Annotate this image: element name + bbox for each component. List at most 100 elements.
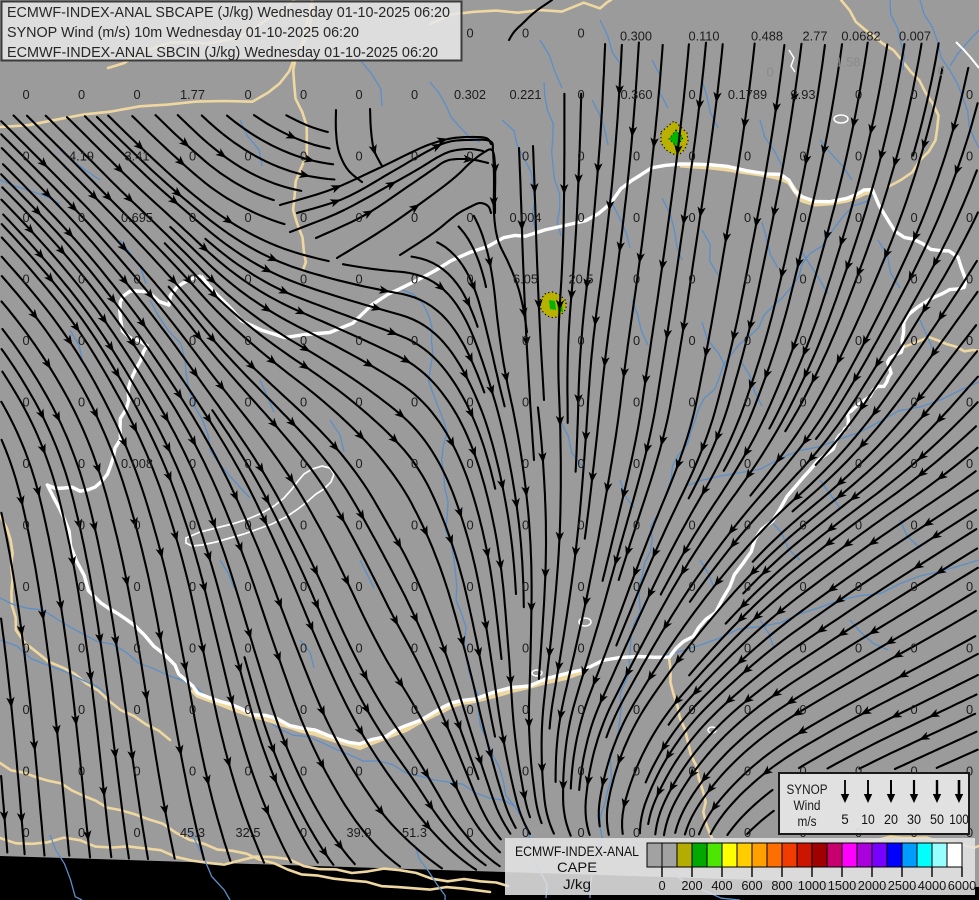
svg-text:0: 0 xyxy=(688,825,695,840)
svg-text:0: 0 xyxy=(633,764,640,779)
svg-text:0: 0 xyxy=(522,702,529,717)
svg-text:0: 0 xyxy=(189,333,196,348)
svg-text:0: 0 xyxy=(910,333,917,348)
svg-text:0: 0 xyxy=(244,87,251,102)
svg-text:0: 0 xyxy=(411,764,418,779)
svg-text:0: 0 xyxy=(411,456,418,471)
svg-text:0: 0 xyxy=(411,518,418,533)
svg-text:6.05: 6.05 xyxy=(513,272,538,287)
svg-text:30: 30 xyxy=(907,812,921,827)
svg-text:0: 0 xyxy=(411,579,418,594)
svg-text:0: 0 xyxy=(688,87,695,102)
svg-text:0: 0 xyxy=(799,702,806,717)
svg-text:0: 0 xyxy=(577,456,584,471)
svg-text:0: 0 xyxy=(799,641,806,656)
svg-text:0: 0 xyxy=(966,149,973,164)
svg-text:0: 0 xyxy=(744,825,751,840)
svg-text:0: 0 xyxy=(300,702,307,717)
svg-text:0: 0 xyxy=(466,518,473,533)
svg-text:1000: 1000 xyxy=(798,878,826,893)
svg-text:0: 0 xyxy=(411,641,418,656)
svg-text:0: 0 xyxy=(633,825,640,840)
svg-text:0: 0 xyxy=(855,518,862,533)
svg-text:0: 0 xyxy=(688,149,695,164)
svg-text:2000: 2000 xyxy=(858,878,886,893)
svg-text:0: 0 xyxy=(22,702,29,717)
svg-text:ECMWF-INDEX-ANAL SBCAPE (J/kg): ECMWF-INDEX-ANAL SBCAPE (J/kg) Wednesday… xyxy=(7,4,450,21)
svg-text:51.3: 51.3 xyxy=(402,825,427,840)
svg-text:0.007: 0.007 xyxy=(899,29,931,44)
svg-text:0: 0 xyxy=(244,149,251,164)
svg-text:0: 0 xyxy=(744,764,751,779)
svg-text:0: 0 xyxy=(133,641,140,656)
svg-text:0: 0 xyxy=(633,272,640,287)
svg-text:0.300: 0.300 xyxy=(620,29,652,44)
svg-text:0.360: 0.360 xyxy=(620,87,652,102)
svg-text:0: 0 xyxy=(799,272,806,287)
svg-text:0: 0 xyxy=(688,579,695,594)
svg-text:0: 0 xyxy=(744,149,751,164)
svg-text:0: 0 xyxy=(355,87,362,102)
svg-text:0: 0 xyxy=(78,456,85,471)
svg-text:0: 0 xyxy=(466,26,473,41)
svg-text:0: 0 xyxy=(766,65,773,80)
svg-text:SYNOP Wind (m/s) 10m Wednesday: SYNOP Wind (m/s) 10m Wednesday 01-10-202… xyxy=(7,24,359,41)
svg-text:0: 0 xyxy=(300,149,307,164)
svg-text:0: 0 xyxy=(133,272,140,287)
svg-text:0: 0 xyxy=(633,395,640,410)
svg-text:0: 0 xyxy=(910,87,917,102)
svg-text:0: 0 xyxy=(633,210,640,225)
svg-text:0: 0 xyxy=(133,579,140,594)
svg-text:0: 0 xyxy=(633,149,640,164)
svg-text:0: 0 xyxy=(855,272,862,287)
svg-text:0: 0 xyxy=(855,702,862,717)
svg-text:0: 0 xyxy=(189,702,196,717)
svg-text:0: 0 xyxy=(799,579,806,594)
svg-text:0: 0 xyxy=(910,702,917,717)
svg-text:0: 0 xyxy=(855,395,862,410)
svg-text:0: 0 xyxy=(133,518,140,533)
svg-text:0: 0 xyxy=(910,518,917,533)
svg-text:0: 0 xyxy=(22,518,29,533)
svg-text:0: 0 xyxy=(78,210,85,225)
svg-text:0: 0 xyxy=(799,395,806,410)
svg-text:3.41: 3.41 xyxy=(125,149,150,164)
svg-text:50: 50 xyxy=(930,812,944,827)
svg-text:0: 0 xyxy=(522,333,529,348)
svg-text:0: 0 xyxy=(133,87,140,102)
svg-text:0: 0 xyxy=(189,518,196,533)
svg-text:0: 0 xyxy=(355,702,362,717)
svg-text:0: 0 xyxy=(744,641,751,656)
svg-text:CAPE: CAPE xyxy=(557,859,597,875)
svg-text:0: 0 xyxy=(799,333,806,348)
svg-text:2500: 2500 xyxy=(888,878,916,893)
svg-text:0: 0 xyxy=(633,641,640,656)
svg-text:0: 0 xyxy=(855,87,862,102)
svg-text:0: 0 xyxy=(78,518,85,533)
svg-text:200: 200 xyxy=(681,878,702,893)
svg-text:0: 0 xyxy=(189,764,196,779)
svg-text:0: 0 xyxy=(411,702,418,717)
svg-text:0: 0 xyxy=(910,210,917,225)
svg-text:0: 0 xyxy=(633,579,640,594)
svg-text:0.695: 0.695 xyxy=(121,210,153,225)
svg-text:0: 0 xyxy=(300,764,307,779)
svg-text:0: 0 xyxy=(244,333,251,348)
svg-text:0: 0 xyxy=(966,456,973,471)
svg-text:0: 0 xyxy=(189,395,196,410)
svg-text:0: 0 xyxy=(355,210,362,225)
svg-text:0: 0 xyxy=(355,395,362,410)
svg-text:0: 0 xyxy=(300,87,307,102)
svg-text:0: 0 xyxy=(300,518,307,533)
svg-text:J/kg: J/kg xyxy=(563,876,591,892)
svg-text:0: 0 xyxy=(522,395,529,410)
svg-text:0: 0 xyxy=(910,456,917,471)
svg-text:0.302: 0.302 xyxy=(454,87,486,102)
svg-text:400: 400 xyxy=(711,878,732,893)
svg-text:0: 0 xyxy=(688,518,695,533)
svg-text:600: 600 xyxy=(741,878,762,893)
svg-text:0: 0 xyxy=(300,641,307,656)
svg-text:0: 0 xyxy=(355,149,362,164)
svg-text:0: 0 xyxy=(633,333,640,348)
svg-text:20: 20 xyxy=(884,812,898,827)
